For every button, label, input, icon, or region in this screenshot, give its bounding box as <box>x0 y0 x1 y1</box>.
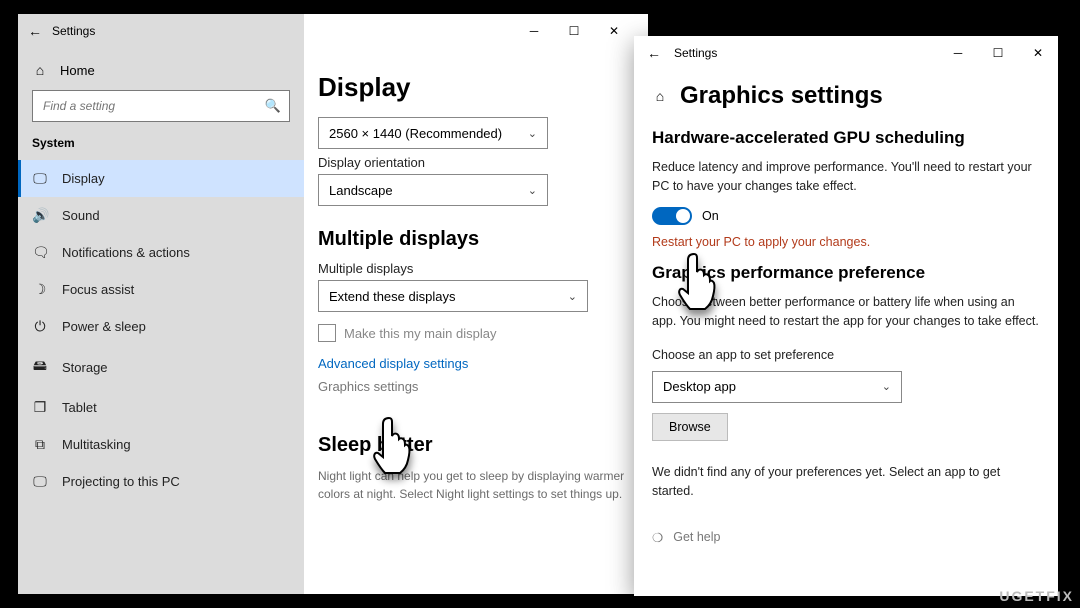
checkbox-label: Make this my main display <box>344 326 496 341</box>
multiple-displays-select[interactable]: Extend these displays ⌄ <box>318 280 588 312</box>
choose-app-label: Choose an app to set preference <box>652 346 1040 365</box>
sidebar-item-notifications[interactable]: 🗨 Notifications & actions <box>18 234 304 271</box>
cursor-hand-icon <box>365 410 425 485</box>
notifications-icon: 🗨 <box>32 244 48 261</box>
watermark: UGETFIX <box>999 588 1074 604</box>
search-icon: 🔍 <box>265 98 281 114</box>
tablet-icon: ❐ <box>32 399 48 416</box>
section-label: System <box>18 136 304 160</box>
multiple-displays-value: Extend these displays <box>329 289 455 304</box>
sidebar-item-label: Sound <box>62 208 100 223</box>
sidebar-item-label: Power & sleep <box>62 319 146 334</box>
maximize-button[interactable]: ☐ <box>554 16 594 46</box>
sidebar: ← Settings ⌂ Home 🔍 System 🖵 Display 🔊 S… <box>18 14 304 594</box>
resolution-value: 2560 × 1440 (Recommended) <box>329 126 502 141</box>
titlebar-right: ─ ☐ ✕ <box>318 14 634 48</box>
storage-icon: 🖴 <box>32 355 48 379</box>
page-heading: Display <box>318 72 634 103</box>
sidebar-item-display[interactable]: 🖵 Display <box>18 160 304 197</box>
home-nav[interactable]: ⌂ Home <box>18 48 304 88</box>
multiple-displays-heading: Multiple displays <box>318 228 634 251</box>
multitasking-icon: ⧉ <box>32 436 48 453</box>
graphics-settings-link[interactable]: Graphics settings <box>318 379 634 394</box>
home-icon[interactable]: ⌂ <box>652 88 668 104</box>
help-icon: ❍ <box>652 530 663 545</box>
sound-icon: 🔊 <box>32 207 48 224</box>
minimize-button[interactable]: ─ <box>938 38 978 68</box>
sidebar-item-label: Focus assist <box>62 282 134 297</box>
home-label: Home <box>60 63 95 78</box>
advanced-display-link[interactable]: Advanced display settings <box>318 356 634 371</box>
multiple-displays-label: Multiple displays <box>318 261 634 276</box>
sidebar-item-focus-assist[interactable]: ☽ Focus assist <box>18 271 304 308</box>
sidebar-item-projecting[interactable]: 🖵 Projecting to this PC <box>18 463 304 500</box>
sidebar-item-tablet[interactable]: ❐ Tablet <box>18 389 304 426</box>
titlebar: ← Settings ─ ☐ ✕ <box>634 36 1058 70</box>
chevron-down-icon: ⌄ <box>528 184 537 197</box>
orientation-value: Landscape <box>329 183 393 198</box>
app-type-value: Desktop app <box>663 379 736 394</box>
search-field[interactable] <box>41 98 265 114</box>
chevron-down-icon: ⌄ <box>568 290 577 303</box>
resolution-select[interactable]: 2560 × 1440 (Recommended) ⌄ <box>318 117 548 149</box>
app-type-select[interactable]: Desktop app ⌄ <box>652 371 902 403</box>
titlebar: ← Settings <box>18 14 304 48</box>
display-icon: 🖵 <box>32 170 48 187</box>
chevron-down-icon: ⌄ <box>882 380 891 393</box>
cursor-hand-icon <box>670 246 730 321</box>
gpu-scheduling-heading: Hardware-accelerated GPU scheduling <box>652 128 1040 148</box>
close-button[interactable]: ✕ <box>594 16 634 46</box>
back-button[interactable]: ← <box>18 23 52 39</box>
sidebar-item-power-sleep[interactable]: ⏻ Power & sleep <box>18 308 304 345</box>
sidebar-item-label: Display <box>62 171 105 186</box>
orientation-select[interactable]: Landscape ⌄ <box>318 174 548 206</box>
get-help-label: Get help <box>673 530 720 544</box>
get-help-link[interactable]: ❍ Get help <box>652 530 1040 545</box>
sidebar-item-sound[interactable]: 🔊 Sound <box>18 197 304 234</box>
main-display-checkbox[interactable]: Make this my main display <box>318 324 634 342</box>
sidebar-item-storage[interactable]: 🖴 Storage <box>18 345 304 389</box>
minimize-button[interactable]: ─ <box>514 16 554 46</box>
browse-button[interactable]: Browse <box>652 413 728 441</box>
power-icon: ⏻ <box>32 318 48 335</box>
gpu-scheduling-toggle[interactable]: On <box>652 207 1040 225</box>
settings-window-display: ← Settings ⌂ Home 🔍 System 🖵 Display 🔊 S… <box>18 14 648 594</box>
sidebar-item-multitasking[interactable]: ⧉ Multitasking <box>18 426 304 463</box>
gpu-scheduling-desc: Reduce latency and improve performance. … <box>652 158 1040 197</box>
window-title: Settings <box>674 46 717 60</box>
checkbox-icon <box>318 324 336 342</box>
focus-assist-icon: ☽ <box>32 281 48 298</box>
no-preferences-message: We didn't find any of your preferences y… <box>652 463 1040 502</box>
chevron-down-icon: ⌄ <box>528 127 537 140</box>
sidebar-item-label: Projecting to this PC <box>62 474 180 489</box>
display-settings-content: ─ ☐ ✕ Display 2560 × 1440 (Recommended) … <box>304 14 648 594</box>
search-input[interactable]: 🔍 <box>32 90 290 122</box>
maximize-button[interactable]: ☐ <box>978 38 1018 68</box>
toggle-switch-icon <box>652 207 692 225</box>
orientation-label: Display orientation <box>318 155 634 170</box>
toggle-state: On <box>702 209 719 223</box>
sidebar-item-label: Storage <box>62 360 108 375</box>
close-button[interactable]: ✕ <box>1018 38 1058 68</box>
sidebar-item-label: Multitasking <box>62 437 131 452</box>
window-title: Settings <box>52 24 95 38</box>
back-button[interactable]: ← <box>634 45 674 61</box>
projecting-icon: 🖵 <box>32 473 48 490</box>
sidebar-item-label: Notifications & actions <box>62 245 190 260</box>
home-icon: ⌂ <box>32 62 48 78</box>
sidebar-item-label: Tablet <box>62 400 97 415</box>
page-title: Graphics settings <box>680 82 883 110</box>
